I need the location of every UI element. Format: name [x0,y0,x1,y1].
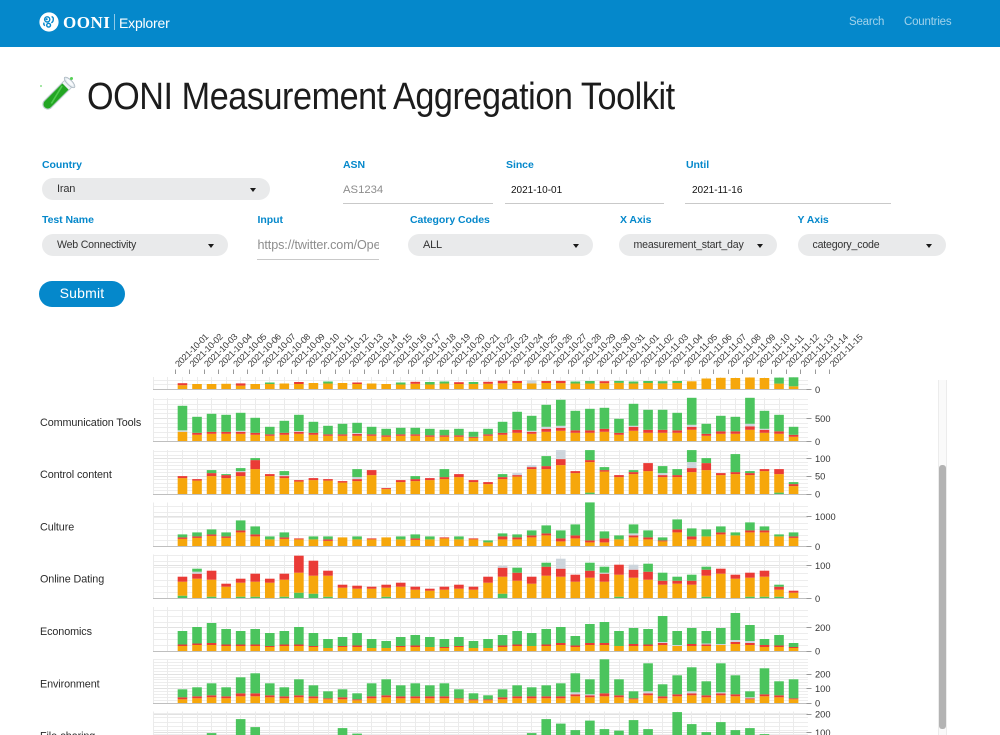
svg-text:2021-10-27: 2021-10-27 [551,332,588,369]
svg-text:2021-10-08: 2021-10-08 [275,332,312,369]
svg-text:2021-11-02: 2021-11-02 [639,332,676,369]
svg-text:2021-11-03: 2021-11-03 [653,332,690,369]
svg-text:0: 0 [815,542,820,552]
svg-text:2021-10-31: 2021-10-31 [610,332,647,369]
svg-text:2021-11-01: 2021-11-01 [624,332,661,369]
svg-text:2021-10-21: 2021-10-21 [464,332,501,369]
svg-text:2021-11-09: 2021-11-09 [741,332,778,369]
svg-text:100: 100 [815,454,831,464]
svg-text:2021-10-18: 2021-10-18 [420,332,457,369]
svg-text:2021-11-13: 2021-11-13 [799,332,836,369]
svg-text:2021-10-20: 2021-10-20 [449,332,486,369]
svg-text:2021-10-06: 2021-10-06 [246,332,283,369]
svg-text:2021-10-25: 2021-10-25 [522,332,559,369]
svg-text:Culture: Culture [40,521,74,533]
svg-text:0: 0 [815,437,820,447]
svg-text:2021-10-30: 2021-10-30 [595,332,632,369]
svg-text:1000: 1000 [815,512,836,522]
svg-text:100: 100 [815,561,831,571]
svg-text:2021-10-22: 2021-10-22 [479,332,516,369]
svg-text:2021-10-01: 2021-10-01 [173,332,210,369]
svg-text:Environment: Environment [40,678,100,690]
svg-text:Online Dating: Online Dating [40,574,104,586]
svg-text:200: 200 [815,670,831,680]
svg-text:100: 100 [815,684,831,694]
svg-text:200: 200 [815,710,831,720]
svg-text:2021-11-06: 2021-11-06 [697,332,734,369]
svg-text:500: 500 [815,414,831,424]
svg-text:2021-11-04: 2021-11-04 [668,332,705,369]
svg-text:2021-10-10: 2021-10-10 [304,332,341,369]
svg-text:Control content: Control content [40,469,112,481]
svg-text:2021-11-10: 2021-11-10 [755,332,792,369]
svg-text:2021-11-11: 2021-11-11 [770,332,806,368]
svg-text:2021-10-26: 2021-10-26 [537,332,574,369]
svg-text:2021-10-12: 2021-10-12 [333,332,370,369]
svg-text:2021-11-08: 2021-11-08 [726,332,763,369]
svg-text:2021-10-16: 2021-10-16 [391,332,428,369]
svg-text:2021-11-15: 2021-11-15 [828,332,865,369]
svg-text:2021-10-24: 2021-10-24 [508,332,545,369]
svg-text:2021-10-05: 2021-10-05 [231,332,268,369]
svg-text:2021-10-23: 2021-10-23 [493,332,530,369]
svg-text:0: 0 [815,699,820,709]
svg-text:2021-10-17: 2021-10-17 [406,332,443,369]
svg-text:0: 0 [815,594,820,604]
svg-text:2021-11-12: 2021-11-12 [784,332,821,369]
svg-text:Communication Tools: Communication Tools [40,417,142,429]
svg-text:0: 0 [815,385,820,395]
svg-text:2021-10-03: 2021-10-03 [202,332,239,369]
svg-text:2021-11-07: 2021-11-07 [711,332,748,369]
svg-text:200: 200 [815,623,831,633]
svg-text:2021-10-07: 2021-10-07 [260,332,297,369]
svg-text:2021-11-05: 2021-11-05 [682,332,719,369]
svg-text:2021-10-13: 2021-10-13 [348,332,385,369]
svg-text:50: 50 [815,472,825,482]
svg-text:0: 0 [815,646,820,656]
svg-text:2021-11-14: 2021-11-14 [813,332,850,369]
svg-text:2021-10-28: 2021-10-28 [566,332,603,369]
svg-text:2021-10-14: 2021-10-14 [362,332,399,369]
svg-text:2021-10-09: 2021-10-09 [289,332,326,369]
svg-text:2021-10-19: 2021-10-19 [435,332,472,369]
svg-text:100: 100 [815,728,831,735]
svg-text:2021-10-11: 2021-10-11 [319,332,356,369]
svg-text:2021-10-15: 2021-10-15 [377,332,414,369]
svg-text:File-sharing: File-sharing [40,731,95,735]
svg-text:Economics: Economics [40,626,93,638]
svg-text:2021-10-02: 2021-10-02 [188,332,225,369]
svg-text:0: 0 [815,490,820,500]
svg-text:2021-10-04: 2021-10-04 [217,332,254,369]
svg-text:2021-10-29: 2021-10-29 [580,332,617,369]
